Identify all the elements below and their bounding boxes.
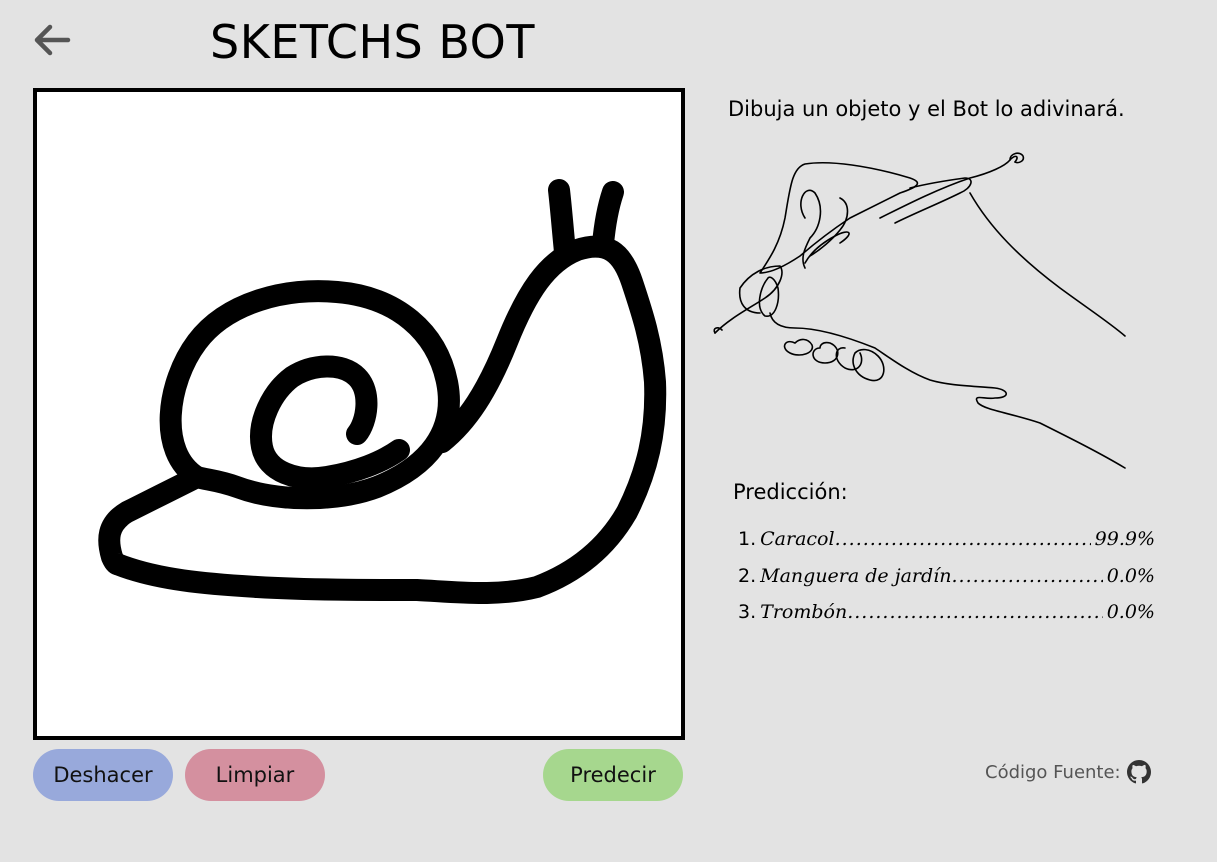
back-arrow-icon[interactable] bbox=[30, 20, 74, 60]
github-icon[interactable] bbox=[1126, 760, 1151, 784]
prediction-item: 2. Manguera de jardín ..................… bbox=[738, 565, 1155, 602]
leader-dots: ........................................… bbox=[834, 528, 1091, 550]
source-code-link: Código Fuente: bbox=[985, 760, 1151, 784]
prediction-value: 0.0% bbox=[1106, 601, 1155, 623]
prediction-label: Manguera de jardín bbox=[760, 564, 952, 587]
prediction-rank: 1. bbox=[738, 528, 757, 550]
prediction-title: Predicción: bbox=[733, 480, 848, 504]
prediction-value: 0.0% bbox=[1106, 564, 1155, 587]
hand-drawing-illustration bbox=[713, 152, 1126, 469]
prediction-value: 99.9% bbox=[1094, 528, 1155, 550]
prediction-list: 1. Caracol .............................… bbox=[738, 528, 1155, 638]
drawing-canvas[interactable] bbox=[33, 88, 685, 740]
prediction-label: Caracol bbox=[760, 528, 835, 550]
prediction-item: 1. Caracol .............................… bbox=[738, 528, 1155, 565]
prediction-item: 3. Trombón .............................… bbox=[738, 601, 1155, 638]
predict-button[interactable]: Predecir bbox=[543, 749, 683, 801]
undo-button[interactable]: Deshacer bbox=[33, 749, 173, 801]
instruction-text: Dibuja un objeto y el Bot lo adivinará. bbox=[728, 97, 1125, 121]
leader-dots: ........................................… bbox=[847, 601, 1103, 623]
prediction-rank: 2. bbox=[738, 564, 757, 587]
snail-drawing bbox=[98, 179, 667, 604]
clear-button[interactable]: Limpiar bbox=[185, 749, 325, 801]
page-title: SKETCHS BOT bbox=[210, 15, 535, 69]
source-label: Código Fuente: bbox=[985, 761, 1121, 783]
prediction-rank: 3. bbox=[738, 601, 757, 623]
leader-dots: ........................................… bbox=[951, 564, 1102, 587]
prediction-label: Trombón bbox=[760, 601, 848, 623]
